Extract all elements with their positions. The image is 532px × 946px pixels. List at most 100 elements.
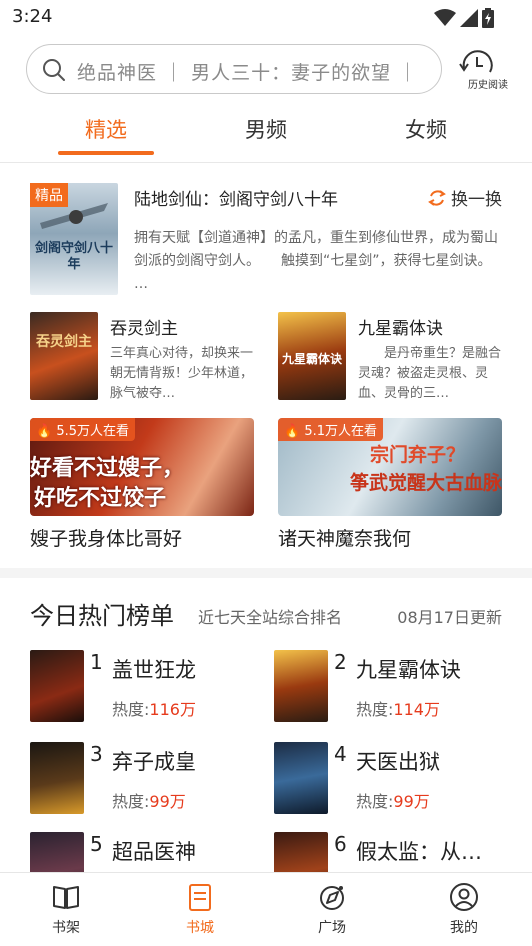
nav-shujia[interactable]: 书架 xyxy=(26,881,106,943)
views-badge: 🔥 5.1万人在看 xyxy=(278,418,384,441)
plaza-icon xyxy=(320,886,344,910)
book-title: 九星霸体诀 xyxy=(358,319,443,339)
heat-value: 99万 xyxy=(393,792,430,811)
ranking-item[interactable]: 3 弃子成皇 热度:99万 xyxy=(30,742,260,818)
rank-book-title: 九星霸体诀 xyxy=(356,658,461,682)
tab-nanpin[interactable]: 男频 xyxy=(216,114,316,144)
book-cover: 九星霸体诀 xyxy=(278,312,346,400)
rank-heat: 热度:114万 xyxy=(356,696,440,720)
rank-book-title: 盖世狂龙 xyxy=(112,658,196,682)
views-count: 5.1万人在看 xyxy=(304,424,378,439)
feature-description: 拥有天赋【剑道通神】的孟凡，重生到修仙世界，成为蜀山剑派的剑阁守剑人。 触摸到“… xyxy=(134,230,498,292)
status-bar: 3:24 xyxy=(0,0,532,36)
heat-label: 热度: xyxy=(356,792,394,811)
promo-banner[interactable]: 宗门弃子？ 筝武觉醒大古血脉 🔥 5.1万人在看 xyxy=(278,418,502,516)
heat-label: 热度: xyxy=(356,700,394,719)
banner-caption[interactable]: 诸天神魔奈我何 xyxy=(278,524,411,551)
banner-overlay-text: 好吃不过饺子 xyxy=(34,486,167,511)
search-row: 绝品神医 ｜ 男人三十：妻子的欲望 ｜ 历史阅读 xyxy=(0,42,532,98)
book-card[interactable]: 九星霸体诀 九星霸体诀 是丹帝重生？是融合灵魂？被盗走灵根、灵血、灵骨的三… xyxy=(278,312,508,402)
rank-number: 2 xyxy=(334,650,347,674)
bottom-nav: 书架 书城 广场 我的 xyxy=(0,872,532,946)
ranking-item[interactable]: 2 九星霸体诀 热度:114万 xyxy=(274,650,504,726)
views-badge: 🔥 5.5万人在看 xyxy=(30,418,136,441)
channel-tabs: 精选 男频 女频 xyxy=(0,108,532,158)
store-icon xyxy=(189,884,211,911)
battery-icon xyxy=(482,8,494,28)
history-label: 历史阅读 xyxy=(468,80,508,91)
tab-nvpin[interactable]: 女频 xyxy=(376,114,476,144)
featured-book[interactable]: 剑阁守剑八十年 精品 陆地剑仙：剑阁守剑八十年 换一换 拥有天赋【剑道通神】的孟… xyxy=(30,183,502,298)
rank-book-title: 超品医神 xyxy=(112,840,196,864)
ranking-subtitle: 近七天全站综合排名 xyxy=(198,608,343,627)
book-card[interactable]: 吞灵剑主 吞灵剑主 三年真心对待，却换来一朝无情背叛！少年林道，脉气被夺… xyxy=(30,312,260,402)
fire-icon: 🔥 xyxy=(284,424,301,439)
book-cover xyxy=(274,742,328,814)
rank-number: 1 xyxy=(90,650,103,674)
section-separator xyxy=(0,568,532,578)
search-icon xyxy=(43,59,65,81)
signal-icon xyxy=(460,9,478,27)
nav-label: 书城 xyxy=(186,920,214,936)
book-description: 三年真心对待，却换来一朝无情背叛！少年林道，脉气被夺… xyxy=(110,346,254,401)
rank-number: 3 xyxy=(90,742,103,766)
nav-label: 广场 xyxy=(318,920,346,936)
cover-title-text: 吞灵剑主 xyxy=(36,334,92,350)
heat-label: 热度: xyxy=(112,700,150,719)
book-description: 是丹帝重生？是融合灵魂？被盗走灵根、灵血、灵骨的三… xyxy=(358,346,502,401)
views-count: 5.5万人在看 xyxy=(56,424,130,439)
refresh-label: 换一换 xyxy=(451,190,502,210)
tab-jingxuan[interactable]: 精选 xyxy=(56,114,156,144)
book-cover xyxy=(274,650,328,722)
nav-wode[interactable]: 我的 xyxy=(424,881,504,943)
rank-heat: 热度:99万 xyxy=(112,788,186,812)
nav-label: 我的 xyxy=(450,920,478,936)
cover-title-text: 九星霸体诀 xyxy=(281,352,342,366)
rank-heat: 热度:116万 xyxy=(112,696,196,720)
divider xyxy=(0,162,532,163)
rank-number: 6 xyxy=(334,832,347,856)
banner-caption[interactable]: 嫂子我身体比哥好 xyxy=(30,524,182,551)
book-cover xyxy=(30,742,84,814)
search-input[interactable]: 绝品神医 ｜ 男人三十：妻子的欲望 ｜ xyxy=(26,44,442,94)
heat-value: 99万 xyxy=(149,792,186,811)
nav-label: 书架 xyxy=(52,920,80,936)
nav-guangchang[interactable]: 广场 xyxy=(292,881,372,943)
heat-value: 114万 xyxy=(393,700,440,719)
status-time: 3:24 xyxy=(12,6,53,27)
cover-title-text: 剑阁守剑八十年 xyxy=(34,241,113,272)
premium-badge: 精品 xyxy=(30,183,68,207)
rank-book-title: 天医出狱 xyxy=(356,750,440,774)
ranking-item[interactable]: 4 天医出狱 热度:99万 xyxy=(274,742,504,818)
rank-number: 5 xyxy=(90,832,103,856)
ranking-header: 今日热门榜单 近七天全站综合排名 08月17日更新 xyxy=(30,596,502,632)
rank-book-title: 弃子成皇 xyxy=(112,750,196,774)
tab-indicator xyxy=(58,151,154,155)
refresh-icon xyxy=(428,189,446,206)
rank-heat: 热度:99万 xyxy=(356,788,430,812)
ranking-title: 今日热门榜单 xyxy=(30,602,174,630)
nav-shucheng[interactable]: 书城 xyxy=(160,881,240,943)
rank-book-title: 假太监：从… xyxy=(356,840,482,864)
rank-number: 4 xyxy=(334,742,347,766)
search-placeholder: 绝品神医 ｜ 男人三十：妻子的欲望 ｜ xyxy=(77,62,419,84)
fire-icon: 🔥 xyxy=(36,424,53,439)
refresh-button[interactable]: 换一换 xyxy=(427,185,502,210)
promo-banner[interactable]: 好看不过嫂子， 好吃不过饺子 🔥 5.5万人在看 xyxy=(30,418,254,516)
heat-value: 116万 xyxy=(149,700,196,719)
book-icon xyxy=(53,886,79,909)
banner-overlay-text: 宗门弃子？ xyxy=(370,444,466,466)
profile-icon xyxy=(450,883,478,911)
feature-title[interactable]: 陆地剑仙：剑阁守剑八十年 xyxy=(134,185,338,210)
history-button[interactable]: 历史阅读 xyxy=(458,48,518,92)
wifi-icon xyxy=(434,9,456,26)
status-icons xyxy=(434,8,494,28)
ranking-updated: 08月17日更新 xyxy=(397,608,502,627)
book-cover: 吞灵剑主 xyxy=(30,312,98,400)
book-title: 吞灵剑主 xyxy=(110,319,178,339)
heat-label: 热度: xyxy=(112,792,150,811)
banner-overlay-text: 筝武觉醒大古血脉 xyxy=(350,472,502,494)
banner-overlay-text: 好看不过嫂子， xyxy=(30,456,185,481)
book-cover xyxy=(30,650,84,722)
ranking-item[interactable]: 1 盖世狂龙 热度:116万 xyxy=(30,650,260,726)
